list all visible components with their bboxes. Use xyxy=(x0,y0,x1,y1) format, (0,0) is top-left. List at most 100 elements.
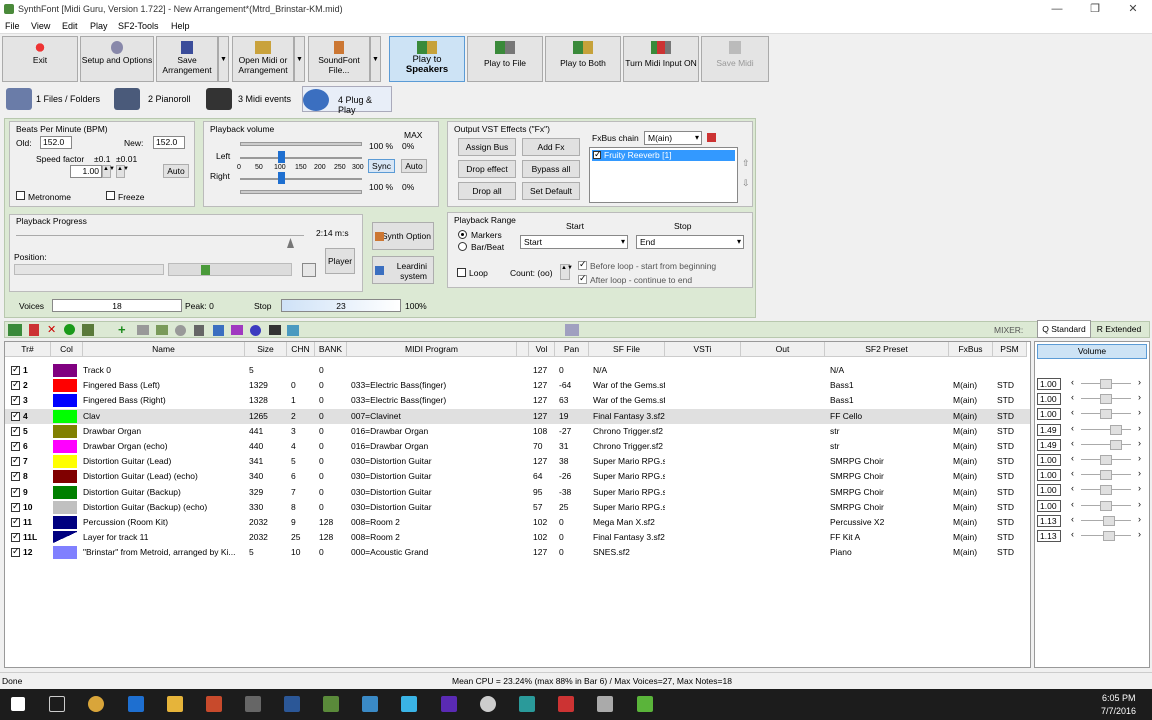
play-icon[interactable] xyxy=(201,265,210,275)
mixer-volume-slider[interactable]: ‹ › xyxy=(1071,453,1141,465)
tab-midi-events[interactable]: 3 Midi events xyxy=(206,86,296,112)
app-icon-14[interactable] xyxy=(558,696,574,712)
col-fxbus[interactable]: FxBus xyxy=(949,342,993,357)
mixer-volume-slider[interactable]: ‹ › xyxy=(1071,499,1141,511)
mixer-volume-slider[interactable]: ‹ › xyxy=(1071,529,1141,541)
barbeat-radio[interactable] xyxy=(458,242,467,251)
tab-q-standard[interactable]: Q Standard xyxy=(1037,320,1091,338)
col-pan[interactable]: Pan xyxy=(555,342,589,357)
save-midi-button[interactable]: Save Midi xyxy=(701,36,769,82)
mixer-volume-header[interactable]: Volume xyxy=(1037,344,1147,359)
cell-name[interactable]: Distortion Guitar (Lead) xyxy=(83,454,243,469)
track-enable-checkbox[interactable] xyxy=(11,379,20,391)
table-row[interactable]: 7 Distortion Guitar (Lead) 341 5 0 030=Distor… xyxy=(5,454,1030,469)
track-enable-checkbox[interactable] xyxy=(11,364,20,375)
start-icon[interactable] xyxy=(11,697,25,711)
restore-button[interactable]: ❐ xyxy=(1080,0,1110,19)
cell-name[interactable]: Track 0 xyxy=(83,363,243,378)
loop-count-spinner[interactable]: ▲▼ xyxy=(560,264,573,280)
track-enable-checkbox[interactable] xyxy=(11,501,20,512)
mixer-slider-thumb[interactable] xyxy=(1100,485,1112,496)
col-sf-file[interactable]: SF File xyxy=(589,342,665,357)
track-enable-checkbox[interactable] xyxy=(11,425,20,436)
player-button[interactable]: Player xyxy=(325,248,355,274)
mixer-volume-slider[interactable]: ‹ › xyxy=(1071,377,1141,389)
tool-icon-3[interactable] xyxy=(175,325,186,336)
track-color-swatch[interactable] xyxy=(53,455,77,469)
col-out[interactable]: Out xyxy=(741,342,825,357)
delete-icon[interactable]: ✕ xyxy=(47,324,59,336)
exit-button[interactable]: Exit xyxy=(2,36,78,82)
synth-option-button[interactable]: Synth Option xyxy=(372,222,434,250)
right-volume-slider[interactable] xyxy=(277,172,285,184)
tab-files-folders[interactable]: 1 Files / Folders xyxy=(6,86,106,112)
minecraft-icon[interactable] xyxy=(323,696,339,712)
loop-checkbox[interactable] xyxy=(457,268,466,277)
mixer-slider-thumb[interactable] xyxy=(1102,531,1115,541)
col-midi-program[interactable]: MIDI Program xyxy=(347,342,517,357)
chrome-icon[interactable] xyxy=(88,696,104,712)
cell-name[interactable]: Clav xyxy=(83,409,243,424)
mixer-slider-thumb[interactable] xyxy=(1100,500,1112,511)
track-color-swatch[interactable] xyxy=(53,379,77,393)
track-color-swatch[interactable] xyxy=(53,531,77,545)
app-icon-13[interactable] xyxy=(519,696,535,712)
save-dropdown[interactable]: ▼ xyxy=(218,36,229,82)
tab-pianoroll[interactable]: 2 Pianoroll xyxy=(114,86,194,112)
col-color[interactable]: Col xyxy=(51,342,83,357)
track-enable-checkbox[interactable] xyxy=(11,410,20,421)
tab-r-extended[interactable]: R Extended xyxy=(1091,321,1147,338)
play-to-both-button[interactable]: Play to Both xyxy=(545,36,621,82)
left-volume-slider[interactable] xyxy=(277,151,285,163)
track-enable-checkbox[interactable] xyxy=(11,440,20,451)
col-chn[interactable]: CHN xyxy=(287,342,315,357)
track-color-swatch[interactable] xyxy=(53,470,77,484)
table-row[interactable]: 5 Drawbar Organ 441 3 0 016=Drawbar Organ 108-… xyxy=(5,424,1030,439)
mixer-volume-value[interactable]: 1.00 xyxy=(1037,469,1061,482)
move-down-icon[interactable]: ⇩ xyxy=(742,178,750,189)
bypass-all-button[interactable]: Bypass all xyxy=(522,160,580,178)
fx-item-checkbox[interactable] xyxy=(593,149,602,160)
grid-icon[interactable] xyxy=(565,324,579,336)
fx-chain-list[interactable]: Fruity Reeverb [1] xyxy=(589,147,738,203)
app-icon-9[interactable] xyxy=(362,696,378,712)
metronome-checkbox[interactable] xyxy=(16,191,25,200)
minimize-button[interactable]: — xyxy=(1042,0,1072,19)
add-icon[interactable]: + xyxy=(118,322,126,337)
settings-icon[interactable] xyxy=(480,696,496,712)
menu-view[interactable]: View xyxy=(31,21,50,31)
cell-name[interactable]: "Brinstar" from Metroid, arranged by Ki.… xyxy=(83,545,243,560)
cell-name[interactable]: Percussion (Room Kit) xyxy=(83,515,243,530)
play-to-file-button[interactable]: Play to File xyxy=(467,36,543,82)
col-psm[interactable]: PSM xyxy=(993,342,1027,357)
track-color-swatch[interactable] xyxy=(53,394,77,408)
mixer-slider-thumb[interactable] xyxy=(1100,394,1112,405)
table-row[interactable]: 4 Clav 1265 2 0 007=Clavinet 127 19 Final Fantas… xyxy=(5,408,1030,424)
table-row[interactable]: 2 Fingered Bass (Left) 1329 0 0 033=Electric … xyxy=(5,378,1030,393)
record-icon[interactable] xyxy=(29,324,39,336)
tool-icon-5[interactable] xyxy=(231,325,243,335)
track-enable-checkbox[interactable] xyxy=(11,486,20,497)
track-enable-checkbox[interactable] xyxy=(11,470,20,482)
table-row[interactable]: 10 Distortion Guitar (Backup) (echo) 330 8 0… xyxy=(5,500,1030,515)
fx-chain-item[interactable]: Fruity Reeverb [1] xyxy=(592,150,735,161)
soundfont-dropdown[interactable]: ▼ xyxy=(370,36,381,82)
mixer-volume-value[interactable]: 1.00 xyxy=(1037,408,1061,421)
app-icon-6[interactable] xyxy=(245,696,261,712)
midi-input-button[interactable]: Turn Midi Input ON xyxy=(623,36,699,82)
word-icon[interactable] xyxy=(284,696,300,712)
open-dropdown[interactable]: ▼ xyxy=(294,36,305,82)
col-bank[interactable]: BANK xyxy=(315,342,347,357)
track-color-swatch[interactable] xyxy=(53,440,77,453)
col-name[interactable]: Name xyxy=(83,342,245,357)
close-button[interactable]: ✕ xyxy=(1118,0,1148,19)
col-size[interactable]: Size xyxy=(245,342,287,357)
cell-name[interactable]: Fingered Bass (Right) xyxy=(83,393,243,408)
mixer-slider-thumb[interactable] xyxy=(1100,379,1112,389)
tool-icon-4[interactable] xyxy=(213,325,224,336)
cell-name[interactable]: Fingered Bass (Left) xyxy=(83,378,243,393)
col-vol[interactable]: Vol xyxy=(529,342,555,357)
table-row[interactable]: 3 Fingered Bass (Right) 1328 1 0 033=Electric… xyxy=(5,393,1030,408)
tool-icon-2[interactable] xyxy=(156,325,168,335)
cell-name[interactable]: Layer for track 11 xyxy=(83,530,243,545)
